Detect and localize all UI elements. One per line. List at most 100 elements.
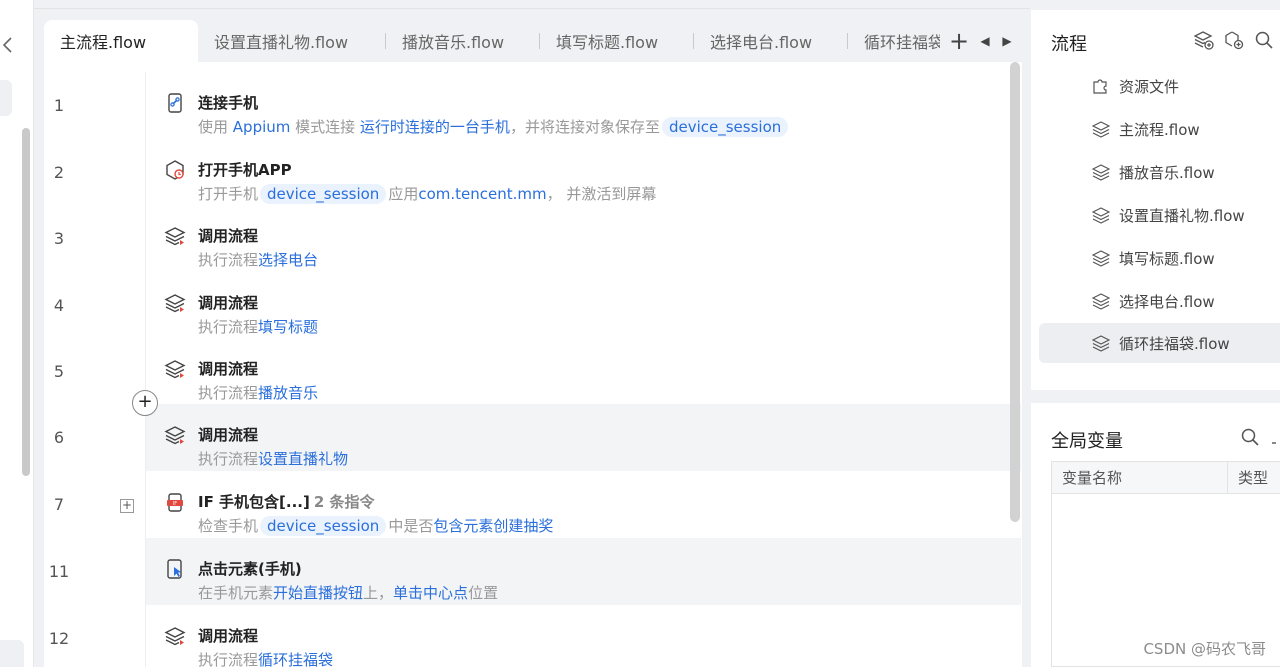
desc-param[interactable]: 循环挂福袋 <box>258 651 333 667</box>
col-variable-name[interactable]: 变量名称 <box>1052 462 1228 493</box>
step-body[interactable]: 连接手机 使用 Appium 模式连接 运行时连接的一台手机，并将连接对象保存至… <box>145 72 1021 139</box>
tap-element-icon <box>167 559 182 579</box>
desc-text: 应用 <box>388 185 419 203</box>
desc-param[interactable]: 选择电台 <box>258 251 318 269</box>
desc-text: 执行流程 <box>198 384 259 402</box>
new-module-icon[interactable] <box>1224 30 1244 50</box>
line-number: 6 <box>53 428 65 447</box>
variable-chip[interactable]: device_session <box>260 516 387 536</box>
tab-station-flow[interactable]: 选择电台.flow <box>694 20 848 62</box>
more-icon[interactable] <box>1270 427 1278 447</box>
step-title: 调用流程 <box>198 627 259 645</box>
tree-item-label: 播放音乐.flow <box>1119 163 1215 182</box>
tab-gift-flow[interactable]: 设置直播礼物.flow <box>198 20 386 62</box>
tab-main-flow[interactable]: 主流程.flow <box>44 20 198 62</box>
step-body[interactable]: 调用流程 执行流程设置直播礼物 <box>145 404 1021 471</box>
step-title-text: IF 手机包含[...] <box>198 493 310 511</box>
right-panel: 流程 资源文件 主流程.flow 播放音乐.flow 设置直播礼物.flow 填… <box>1031 10 1280 667</box>
step-title: IF 手机包含[...] 2 条指令 <box>198 491 375 512</box>
variable-chip[interactable]: device_session <box>661 117 789 137</box>
tree-item-resources[interactable]: 资源文件 <box>1039 66 1280 106</box>
editor-scrollbar[interactable] <box>1010 62 1020 522</box>
desc-param[interactable]: 填写标题 <box>258 318 318 336</box>
step-body[interactable]: 调用流程 执行流程播放音乐 <box>145 338 1021 405</box>
line-number: 5 <box>53 362 65 381</box>
desc-param[interactable]: 开始直播按钮 <box>273 584 363 602</box>
desc-param[interactable]: 单击中心点 <box>393 584 468 602</box>
layers-icon <box>1091 205 1111 225</box>
tab-music-flow[interactable]: 播放音乐.flow <box>386 20 540 62</box>
tab-bag-flow[interactable]: 循环挂福袋.flow <box>848 20 940 62</box>
tab-prev-button[interactable]: ◀ <box>974 34 996 48</box>
line-number: 7 <box>53 495 65 514</box>
tab-title-flow[interactable]: 填写标题.flow <box>540 20 694 62</box>
desc-param[interactable]: Appium <box>233 118 291 136</box>
top-divider <box>34 0 1030 9</box>
desc-text: 中是否 <box>388 517 434 535</box>
step-body[interactable]: 调用流程 执行流程循环挂福袋 <box>145 605 1021 667</box>
desc-param[interactable]: 播放音乐 <box>258 384 318 402</box>
variables-table: 变量名称 类型 <box>1051 461 1280 667</box>
flow-step[interactable]: 3 调用流程 执行流程选择电台 <box>44 205 1022 272</box>
step-body[interactable]: 打开手机APP 打开手机 device_session 应用com.tencent.… <box>145 139 1021 206</box>
line-number: 3 <box>53 229 65 248</box>
tree-item-label: 填写标题.flow <box>1119 249 1215 268</box>
flow-step[interactable]: 12 调用流程 执行流程循环挂福袋 <box>44 605 1022 667</box>
desc-param[interactable]: 运行时连接的一台手机 <box>360 118 510 136</box>
search-icon[interactable] <box>1254 30 1274 50</box>
flow-step[interactable]: 5 调用流程 执行流程播放音乐 <box>44 338 1022 405</box>
tree-item-label: 设置直播礼物.flow <box>1119 206 1245 225</box>
global-variables-panel: 全局变量 变量名称 类型 <box>1031 403 1280 667</box>
step-body[interactable]: 调用流程 执行流程选择电台 <box>145 205 1021 272</box>
step-title: 调用流程 <box>198 426 259 444</box>
flow-step[interactable]: 4 调用流程 执行流程填写标题 <box>44 272 1022 339</box>
add-step-button[interactable]: + <box>132 390 158 416</box>
link-phone-icon <box>168 93 182 113</box>
step-description: 执行流程设置直播礼物 <box>198 448 348 469</box>
step-description: 检查手机 device_session 中是否包含元素创建抽奖 <box>198 515 553 536</box>
tree-item-station-flow[interactable]: 选择电台.flow <box>1039 281 1280 321</box>
desc-param[interactable]: com.tencent.mm <box>418 185 546 203</box>
step-description: 执行流程填写标题 <box>198 316 318 337</box>
flow-panel-tools <box>1194 30 1274 50</box>
desc-param[interactable]: 设置直播礼物 <box>258 450 348 468</box>
tree-item-gift-flow[interactable]: 设置直播礼物.flow <box>1039 195 1280 235</box>
tree-item-bag-flow[interactable]: 循环挂福袋.flow <box>1039 323 1280 363</box>
step-body[interactable]: 调用流程 执行流程填写标题 <box>145 272 1021 339</box>
variables-panel-title: 全局变量 <box>1051 431 1123 452</box>
line-number: 4 <box>53 296 65 315</box>
step-title: 调用流程 <box>198 294 259 312</box>
svg-text:IF: IF <box>173 501 177 507</box>
search-icon[interactable] <box>1240 427 1260 447</box>
sidebar-scrollbar[interactable] <box>22 128 30 476</box>
call-flow-icon <box>164 360 186 379</box>
flow-step[interactable]: 2 打开手机APP 打开手机 device_session 应用com.tencen… <box>44 139 1022 206</box>
col-variable-type[interactable]: 类型 <box>1228 462 1268 493</box>
tree-item-label: 资源文件 <box>1119 77 1180 96</box>
sidebar-tab[interactable] <box>0 80 12 116</box>
call-flow-icon <box>164 227 186 246</box>
chevron-left-icon[interactable] <box>0 34 14 56</box>
layers-icon <box>1091 291 1111 311</box>
variable-chip[interactable]: device_session <box>260 184 387 204</box>
desc-param[interactable]: 包含元素创建抽奖 <box>433 517 553 535</box>
step-body[interactable]: 点击元素(手机) 在手机元素开始直播按钮上，单击中心点位置 <box>145 538 1021 605</box>
sidebar-tab-bottom[interactable] <box>0 640 24 667</box>
expand-toggle[interactable]: + <box>120 499 134 513</box>
tree-item-main-flow[interactable]: 主流程.flow <box>1039 109 1280 149</box>
flow-step[interactable]: 1 连接手机 使用 Appium 模式连接 运行时连接的一台手机，并将连接对象保… <box>44 72 1022 139</box>
tab-label: 主流程.flow <box>60 33 147 52</box>
flow-step[interactable]: 11 点击元素(手机) 在手机元素开始直播按钮上，单击中心点位置 <box>44 538 1022 605</box>
tree-item-title-flow[interactable]: 填写标题.flow <box>1039 238 1280 278</box>
tab-next-button[interactable]: ▶ <box>996 34 1018 48</box>
puzzle-icon <box>1091 76 1111 96</box>
tree-item-music-flow[interactable]: 播放音乐.flow <box>1039 152 1280 192</box>
step-title: 调用流程 <box>198 227 259 245</box>
add-tab-button[interactable]: + <box>944 27 974 55</box>
flow-step-if[interactable]: 7 + IF IF 手机包含[...] 2 条指令 检查手机 device_sess… <box>44 471 1022 538</box>
flow-step[interactable]: 6 调用流程 执行流程设置直播礼物 <box>44 404 1022 471</box>
step-body[interactable]: IF IF 手机包含[...] 2 条指令 检查手机 device_session 中… <box>145 471 1021 538</box>
tab-label: 循环挂福袋.flow <box>864 33 940 52</box>
layers-icon <box>1091 119 1111 139</box>
new-flow-icon[interactable] <box>1194 30 1214 50</box>
